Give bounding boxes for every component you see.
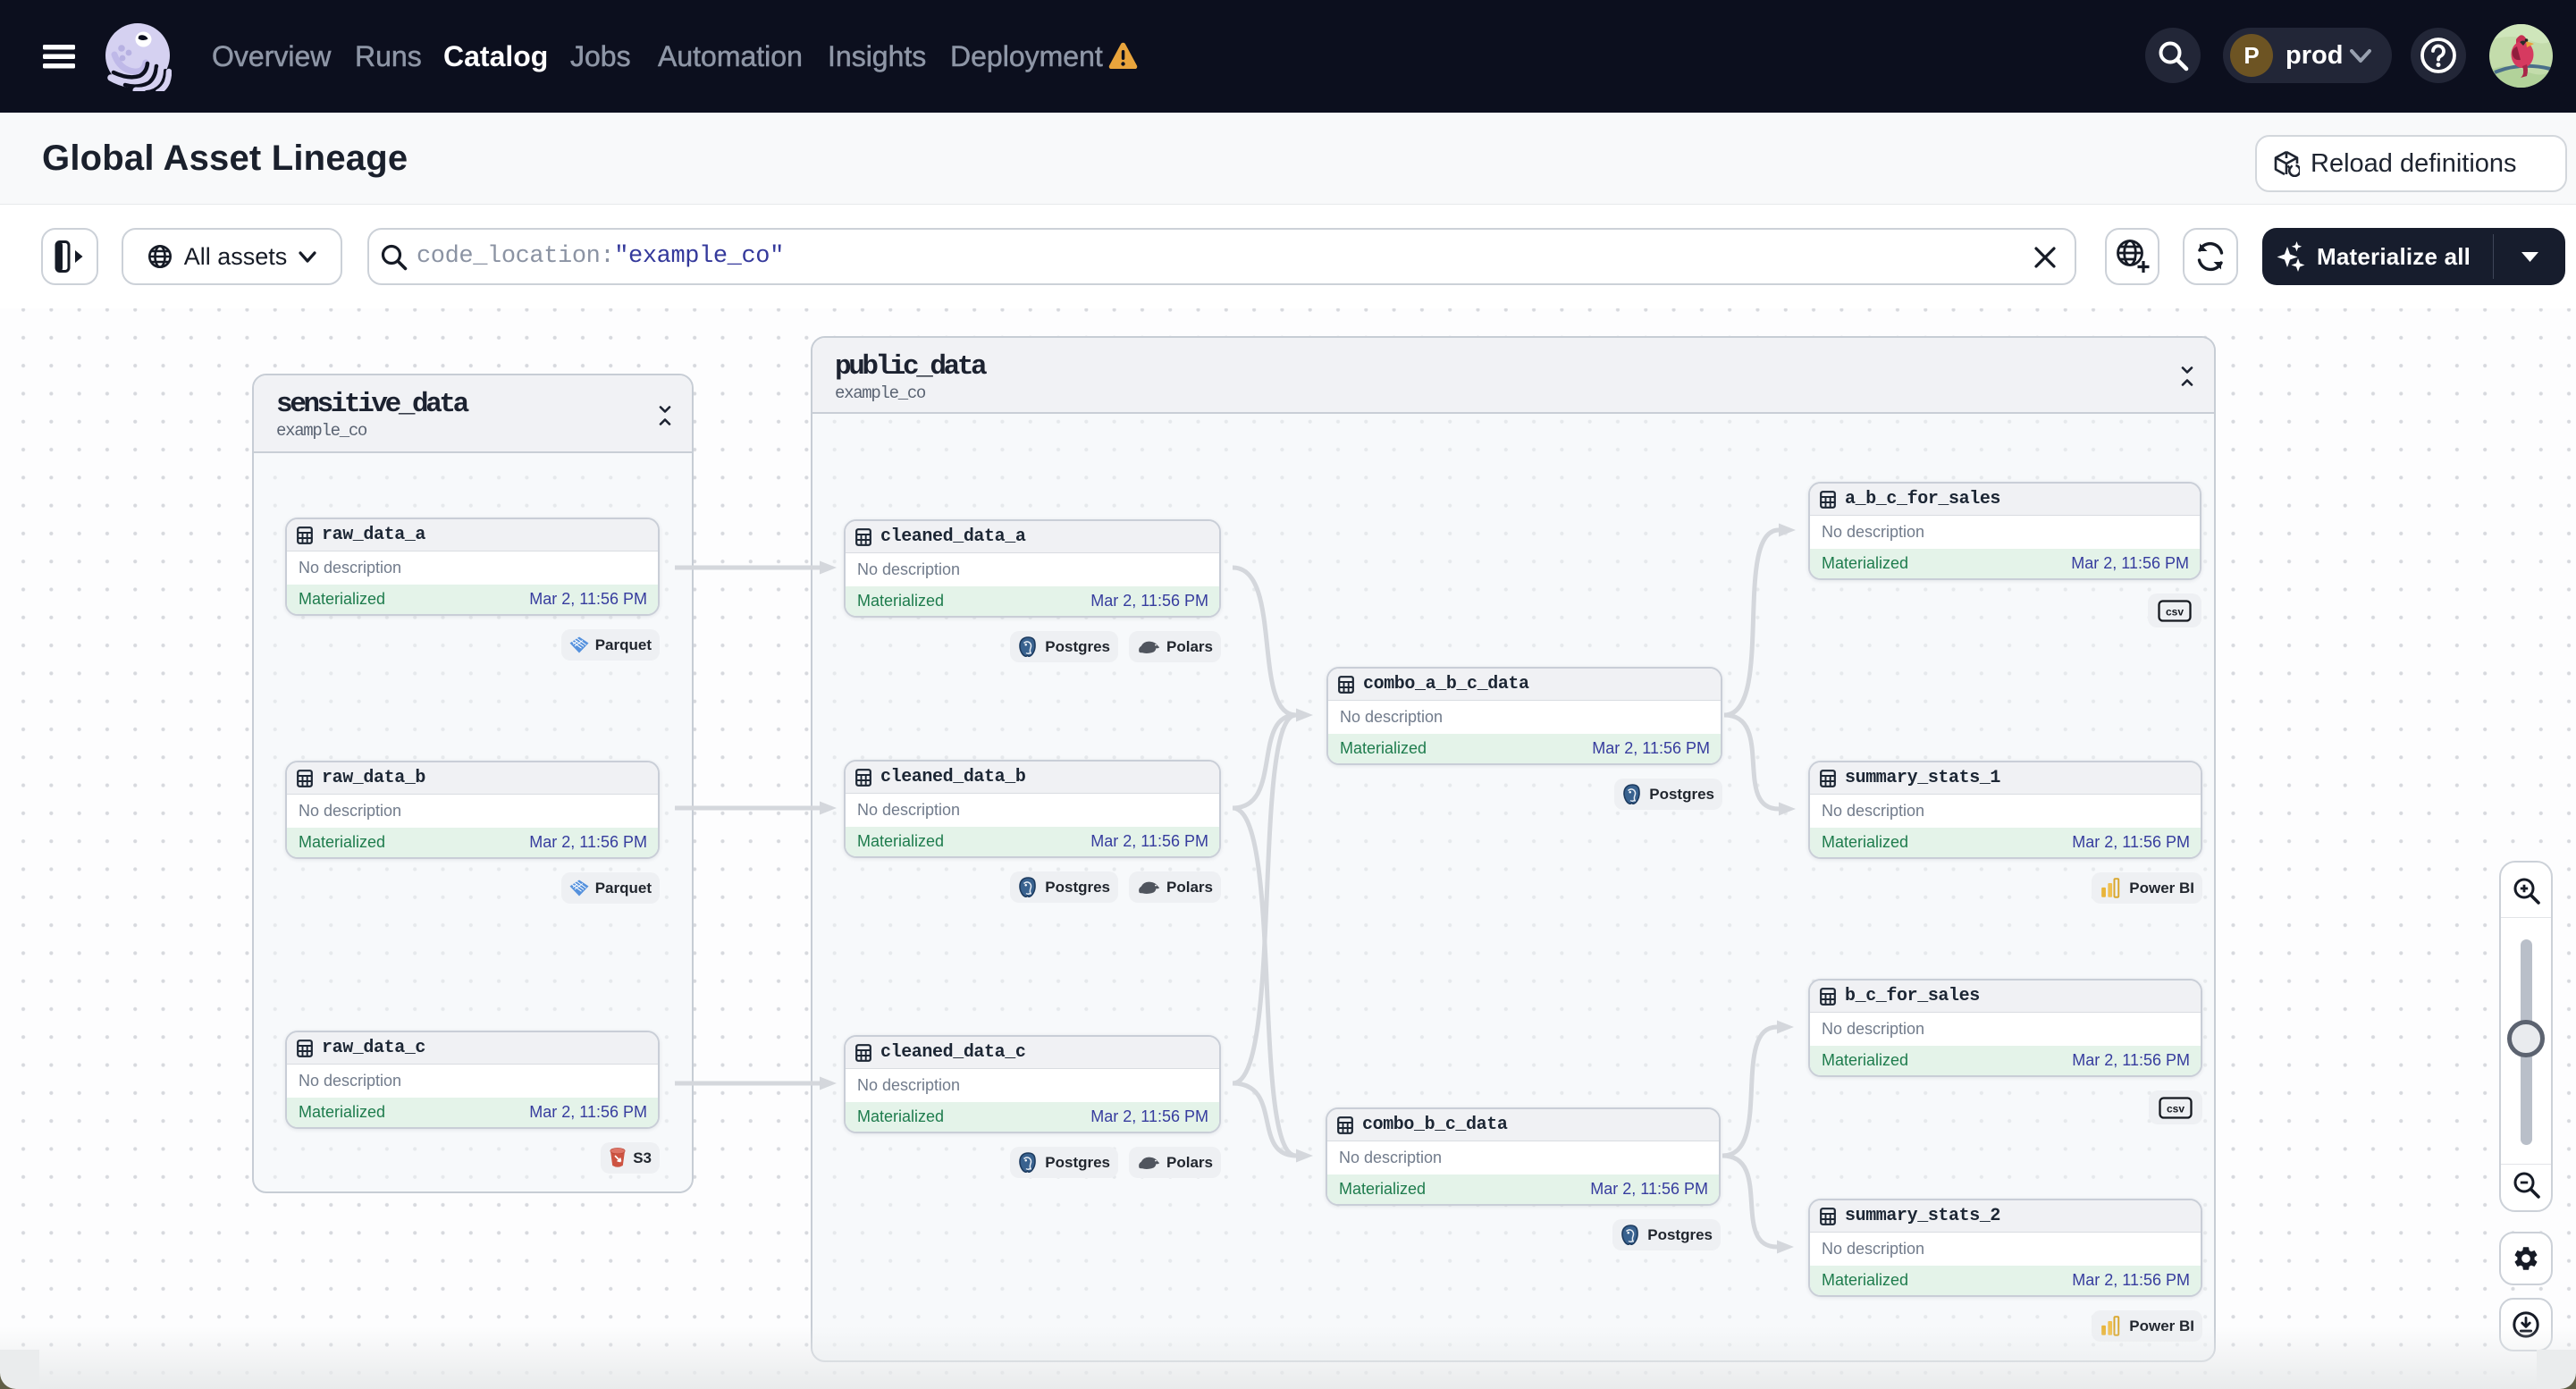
svg-text:csv: csv: [2166, 605, 2184, 618]
svg-text:csv: csv: [2167, 1102, 2185, 1115]
